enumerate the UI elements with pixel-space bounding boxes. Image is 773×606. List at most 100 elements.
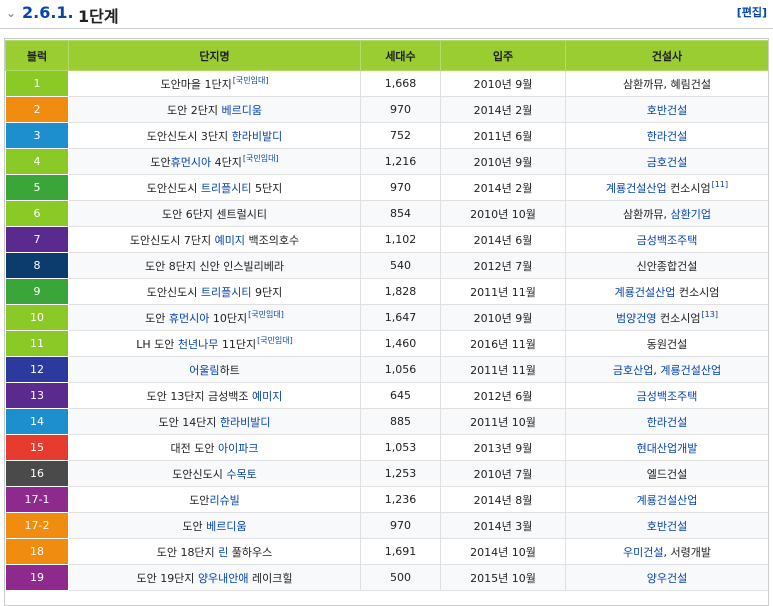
table-row: 17-2 도안 베르디움 970 2014년 3월 호반건설 [5, 512, 769, 539]
block-cell: 17-2 [5, 512, 69, 539]
wiki-link[interactable]: 베르디움 [222, 104, 262, 117]
builder-cell: 금성백조주택 [565, 382, 769, 409]
builder-cell: 금호산업, 계룡건설산업 [565, 356, 769, 383]
table-header-row: 블럭 단지명 세대수 입주 건설사 [5, 40, 769, 71]
block-cell: 1 [5, 70, 69, 97]
wiki-link[interactable]: 천년나무 [178, 338, 218, 351]
complex-name-cell: 도안휴먼시아 4단지[국민임대] [68, 148, 361, 175]
footnote-ref[interactable]: [국민임대] [243, 154, 279, 163]
wiki-link[interactable]: 범양건영 [616, 312, 656, 325]
builder-cell: 삼환까뮤, 혜림건설 [565, 70, 769, 97]
wiki-link[interactable]: 한라비발디 [220, 416, 271, 429]
cell-text: 도안 13단지 금성백조 [146, 389, 253, 403]
wiki-link[interactable]: 계룡건설산업 [615, 286, 676, 299]
wiki-link[interactable]: 호반건설 [647, 104, 687, 117]
footnote-ref[interactable]: [국민임대] [233, 76, 269, 85]
units-cell: 1,253 [360, 460, 441, 487]
wiki-link[interactable]: 한라건설 [647, 416, 687, 429]
cell-text: 도안신도시 [146, 181, 201, 195]
complex-name-cell: 도안신도시 3단지 한라비발디 [68, 122, 361, 149]
builder-cell: 한라건설 [565, 408, 769, 435]
move-in-cell: 2014년 2월 [440, 174, 566, 201]
move-in-cell: 2012년 6월 [440, 382, 566, 409]
units-cell: 970 [360, 174, 441, 201]
complex-name-cell: 도안신도시 트리플시티 5단지 [68, 174, 361, 201]
move-in-cell: 2010년 9월 [440, 304, 566, 331]
complex-name-cell: 도안 13단지 금성백조 예미지 [68, 382, 361, 409]
builder-cell: 계룡건설산업 [565, 486, 769, 513]
move-in-cell: 2014년 2월 [440, 96, 566, 123]
table-row: 11 LH 도안 천년나무 11단지[국민임대] 1,460 2016년 11월 동원건… [5, 330, 769, 357]
block-cell: 9 [5, 278, 69, 305]
wiki-link[interactable]: 예미지 [252, 390, 282, 403]
wiki-link[interactable]: 계룡건설산업 [660, 364, 721, 377]
wiki-link[interactable]: 휴먼시아 [169, 312, 209, 325]
wiki-link[interactable]: 리슈빌 [209, 494, 239, 507]
builder-cell: 계룡건설산업 컨소시엄[11] [565, 174, 769, 201]
cell-text: 도안 6단지 센트럴시티 [161, 207, 268, 221]
table-row: 4 도안휴먼시아 4단지[국민임대] 1,216 2010년 9월 금호건설 [5, 148, 769, 175]
edit-link[interactable]: [편집] [737, 4, 767, 20]
cell-text: 컨소시엄 [656, 311, 701, 325]
footnote-ref[interactable]: [국민임대] [248, 310, 284, 319]
wiki-link[interactable]: 호반건설 [647, 520, 687, 533]
wiki-link[interactable]: 린 [218, 546, 228, 559]
wiki-link[interactable]: 금성백조주택 [637, 234, 698, 247]
block-cell: 3 [5, 122, 69, 149]
wiki-link[interactable]: 계룡건설산업 [606, 182, 667, 195]
cell-text: 4단지 [211, 156, 242, 169]
complex-name-cell: 도안 2단지 베르디움 [68, 96, 361, 123]
move-in-cell: 2014년 6월 [440, 226, 566, 253]
cell-text: 엘드건설 [646, 467, 688, 481]
wiki-link[interactable]: 베르디움 [206, 520, 246, 533]
wiki-link[interactable]: 트리플시티 [201, 182, 252, 195]
wiki-link[interactable]: 우미건설 [623, 546, 663, 559]
wiki-link[interactable]: 금호건설 [647, 156, 687, 169]
cell-text: 9단지 [251, 285, 283, 299]
wiki-link[interactable]: 휴먼시아 [171, 156, 211, 169]
wiki-link[interactable]: 수목토 [226, 468, 256, 481]
cell-text: 도안마을 1단지 [160, 78, 232, 91]
wiki-link[interactable]: 현대산업개발 [637, 442, 698, 455]
block-cell: 8 [5, 252, 69, 279]
wiki-link[interactable]: 계룡건설산업 [637, 494, 698, 507]
block-cell: 2 [5, 96, 69, 123]
move-in-cell: 2013년 9월 [440, 434, 566, 461]
units-cell: 1,216 [360, 148, 441, 175]
units-cell: 1,236 [360, 486, 441, 513]
builder-cell: 호반건설 [565, 512, 769, 539]
table-row: 14 도안 14단지 한라비발디 885 2011년 10월 한라건설 [5, 408, 769, 435]
wiki-link[interactable]: 트리플시티 [201, 286, 252, 299]
footnote-ref[interactable]: [11] [712, 180, 728, 189]
complex-name-cell: 도안신도시 트리플시티 9단지 [68, 278, 361, 305]
table-row: 1 도안마을 1단지[국민임대] 1,668 2010년 9월 삼환까뮤, 혜림건설 [5, 70, 769, 97]
footnote-ref[interactable]: [국민임대] [257, 336, 293, 345]
move-in-cell: 2011년 11월 [440, 356, 566, 383]
wiki-link[interactable]: 아이파크 [218, 442, 258, 455]
move-in-cell: 2014년 8월 [440, 486, 566, 513]
cell-text: 하트 [219, 363, 240, 377]
table-row: 17-1 도안리슈빌 1,236 2014년 8월 계룡건설산업 [5, 486, 769, 513]
move-in-cell: 2014년 3월 [440, 512, 566, 539]
units-cell: 1,102 [360, 226, 441, 253]
wiki-link[interactable]: 예미지 [215, 234, 245, 247]
wiki-link[interactable]: 양우내안애 [198, 572, 249, 585]
move-in-cell: 2010년 9월 [440, 70, 566, 97]
table-row: 9 도안신도시 트리플시티 9단지 1,828 2011년 11월 계룡건설산업 컨소시… [5, 278, 769, 305]
complex-name-cell: 대전 도안 아이파크 [68, 434, 361, 461]
wiki-link[interactable]: 삼환기업 [671, 208, 711, 221]
footnote-ref[interactable]: [13] [702, 310, 718, 319]
wiki-link[interactable]: 금호산업 [613, 364, 653, 377]
cell-text: 풀하우스 [228, 545, 273, 559]
section-number: 2.6.1. [22, 3, 74, 22]
units-cell: 540 [360, 252, 441, 279]
chevron-down-icon[interactable]: ⌄ [6, 6, 16, 20]
wiki-link[interactable]: 어울림 [189, 364, 219, 377]
wiki-link[interactable]: 양우건설 [647, 572, 687, 585]
wiki-link[interactable]: 한라건설 [647, 130, 687, 143]
cell-text: LH 도안 [136, 338, 178, 351]
table-row: 19 도안 19단지 양우내안애 레이크힐 500 2015년 10월 양우건설 [5, 564, 769, 591]
wiki-link[interactable]: 한라비발디 [232, 130, 283, 143]
complex-name-cell: 도안 19단지 양우내안애 레이크힐 [68, 564, 361, 591]
wiki-link[interactable]: 금성백조주택 [637, 390, 698, 403]
